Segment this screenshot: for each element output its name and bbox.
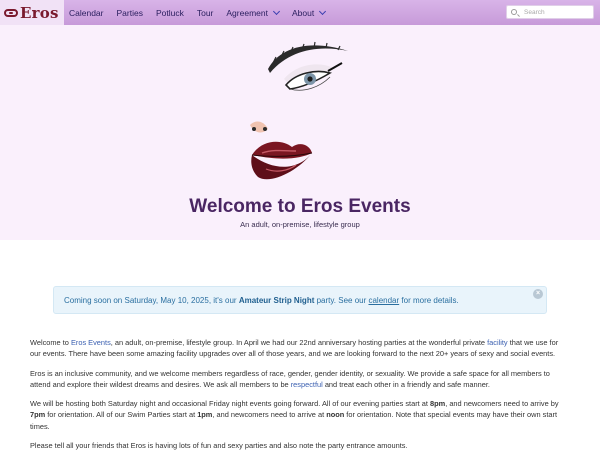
- time-text: 1pm: [197, 410, 213, 420]
- page-title: Welcome to Eros Events: [189, 196, 411, 217]
- main-nav: Calendar Parties Potluck Tour Agreement …: [69, 0, 338, 25]
- search-input[interactable]: [524, 8, 590, 16]
- brand-logo[interactable]: Eros: [0, 0, 64, 25]
- text: Welcome to: [30, 338, 71, 347]
- eros-events-link[interactable]: Eros Events: [71, 338, 111, 347]
- calendar-link[interactable]: calendar: [368, 296, 399, 305]
- text: and treat each other in a friendly and s…: [322, 379, 490, 389]
- nav-label: Potluck: [155, 7, 184, 18]
- nav-item-agreement[interactable]: Agreement: [226, 7, 281, 18]
- inclusivity-paragraph: Eros is an inclusive community, and we w…: [30, 368, 570, 391]
- page-subtitle: An adult, on-premise, lifestyle group: [240, 220, 360, 229]
- top-navbar: Eros Calendar Parties Potluck Tour Agree…: [0, 0, 600, 25]
- brand-name: Eros: [20, 3, 59, 22]
- close-icon[interactable]: ×: [533, 289, 543, 299]
- search-box: [506, 5, 594, 19]
- text: for orientation. All of our Swim Parties…: [45, 410, 198, 420]
- intro-paragraph: Welcome to Eros Events, an adult, on-pre…: [30, 337, 570, 360]
- nav-item-tour[interactable]: Tour: [197, 8, 214, 18]
- respectful-link[interactable]: respectful: [291, 380, 323, 389]
- nav-item-calendar[interactable]: Calendar: [69, 8, 104, 18]
- text: , an adult, on-premise, lifestyle group.…: [110, 338, 488, 347]
- text: , and newcomers need to arrive at: [212, 410, 327, 420]
- nav-label: Tour: [196, 7, 214, 18]
- lips-logo-icon: [4, 8, 18, 17]
- alert-suffix: for more details.: [399, 295, 459, 305]
- nav-label: About: [291, 7, 315, 18]
- time-text: 7pm: [30, 410, 46, 420]
- chevron-down-icon: [272, 7, 281, 15]
- face-illustration-icon: [250, 41, 348, 180]
- nav-item-parties[interactable]: Parties: [117, 8, 143, 18]
- alert-event-name: Amateur Strip Night: [238, 295, 315, 305]
- alert-middle: party. See our: [314, 295, 369, 305]
- nav-item-about[interactable]: About: [291, 7, 327, 18]
- schedule-paragraph: We will be hosting both Saturday night a…: [30, 398, 570, 432]
- text: , and newcomers need to arrive by: [445, 399, 559, 409]
- nav-item-potluck[interactable]: Potluck: [156, 8, 184, 18]
- main-content: Welcome to Eros Events, an adult, on-pre…: [30, 337, 570, 459]
- time-text: noon: [326, 410, 345, 420]
- nav-label: Agreement: [226, 7, 268, 18]
- search-icon: [511, 9, 517, 15]
- text: We will be hosting both Saturday night a…: [30, 399, 431, 409]
- nav-label: Calendar: [69, 7, 104, 18]
- alert-prefix: Coming soon on Saturday, May 10, 2025, i…: [64, 295, 239, 305]
- hero-banner: Welcome to Eros Events An adult, on-prem…: [0, 25, 600, 240]
- facility-link[interactable]: facility: [487, 338, 508, 347]
- announcement-alert: Coming soon on Saturday, May 10, 2025, i…: [53, 286, 547, 314]
- alert-text: Coming soon on Saturday, May 10, 2025, i…: [64, 296, 459, 305]
- chevron-down-icon: [319, 7, 327, 15]
- nav-label: Parties: [116, 7, 143, 18]
- time-text: 8pm: [430, 399, 446, 409]
